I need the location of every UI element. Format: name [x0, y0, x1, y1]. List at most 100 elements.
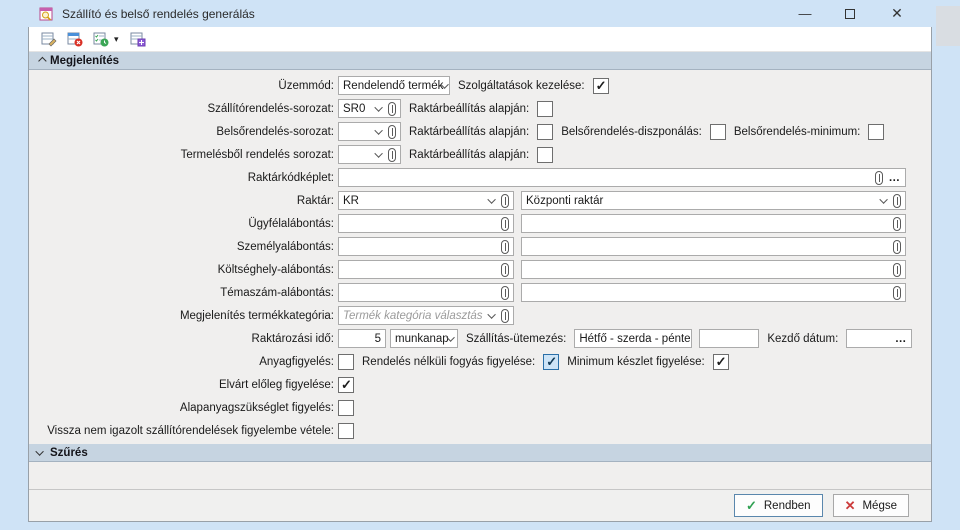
uzemmod-combo[interactable]: Rendelendő termék [338, 76, 450, 95]
filter-collapsed-area [29, 462, 931, 486]
vissza-nem-igazolt-checkbox[interactable] [338, 423, 354, 439]
row-raktar: Raktár: KR Központi raktár [29, 191, 931, 210]
szallitas-utemezes-label: Szállítás-ütemezés: [466, 333, 566, 345]
table-delete-button[interactable] [66, 30, 84, 48]
browse-ellipsis-icon[interactable]: … [889, 172, 902, 184]
raktarbeallitas-checkbox-2[interactable] [537, 124, 553, 140]
raktarbeallitas-checkbox-1[interactable] [537, 101, 553, 117]
uzemmod-value: Rendelendő termék [343, 80, 443, 92]
raktarbeallitas-label-3: Raktárbeállítás alapján: [409, 149, 529, 161]
szemely-input-1[interactable] [338, 237, 514, 256]
rendeles-nelkuli-checkbox[interactable] [543, 354, 559, 370]
table-delete-icon [67, 31, 83, 47]
kezdo-datum-label: Kezdő dátum: [767, 333, 838, 345]
raktarbeallitas-checkbox-3[interactable] [537, 147, 553, 163]
chevron-down-icon [487, 195, 495, 203]
szallitas-utemezes-combo[interactable]: Hétfő - szerda - péntek [574, 329, 692, 348]
raktarkodkeplet-input[interactable]: … [338, 168, 906, 187]
koltseghely-input-1[interactable] [338, 260, 514, 279]
chevron-down-icon [374, 126, 382, 134]
anyagfigyeles-checkbox[interactable] [338, 354, 354, 370]
szolgaltatasok-checkbox[interactable] [593, 78, 609, 94]
paperclip-icon [501, 217, 509, 231]
table-edit-button[interactable] [40, 30, 58, 48]
termelesbol-label: Termelésből rendelés sorozat: [29, 149, 334, 161]
szemely-input-2[interactable] [521, 237, 906, 256]
kategoria-combo[interactable]: Termék kategória választás [338, 306, 514, 325]
check-icon: ✓ [746, 498, 757, 514]
szallitorendeles-combo[interactable]: SR0 [338, 99, 401, 118]
paperclip-icon [501, 286, 509, 300]
diszponalas-checkbox[interactable] [710, 124, 726, 140]
raktarbeallitas-label-1: Raktárbeállítás alapján: [409, 103, 529, 115]
ok-button[interactable]: ✓ Rendben [734, 494, 823, 517]
kategoria-placeholder: Termék kategória választás [343, 310, 483, 322]
section-header-szures[interactable]: Szűrés [29, 444, 931, 462]
close-button[interactable]: ✕ [875, 0, 919, 27]
ok-button-label: Rendben [764, 500, 811, 512]
raktar-name-combo[interactable]: Központi raktár [521, 191, 906, 210]
toolbar-dropdown-arrow-icon[interactable]: ▾ [114, 34, 119, 45]
koltseghely-input-2[interactable] [521, 260, 906, 279]
minimum-keszlet-checkbox[interactable] [713, 354, 729, 370]
paperclip-icon [893, 240, 901, 254]
raktarozasi-ido-input[interactable]: 5 [338, 329, 386, 348]
section-title: Szűrés [50, 447, 88, 459]
szolgaltatasok-label: Szolgáltatások kezelése: [458, 80, 585, 92]
munkanap-combo[interactable]: munkanap [390, 329, 458, 348]
paperclip-icon [388, 125, 396, 139]
raktar-label: Raktár: [29, 195, 334, 207]
raktarozasi-ido-label: Raktározási idő: [29, 333, 334, 345]
dialog-window: Szállító és belső rendelés generálás — ✕ [0, 0, 960, 530]
row-koltseghely: Költséghely-alábontás: [29, 260, 931, 279]
row-kategoria: Megjelenítés termékkategória: Termék kat… [29, 306, 931, 325]
row-figyeles: Anyagfigyelés: Rendelés nélküli fogyás f… [29, 352, 931, 371]
row-ido: Raktározási idő: 5 munkanap Szállítás-üt… [29, 329, 931, 348]
form-area: Üzemmód: Rendelendő termék Szolgáltatáso… [29, 70, 931, 440]
maximize-button[interactable] [828, 0, 872, 27]
minimum-keszlet-label: Minimum készlet figyelése: [567, 356, 704, 368]
minimum-checkbox[interactable] [868, 124, 884, 140]
ugyfel-input-2[interactable] [521, 214, 906, 233]
row-alapanyag: Alapanyagszükséglet figyelés: [29, 398, 931, 417]
row-belsorendeles: Belsőrendelés-sorozat: Raktárbeállítás a… [29, 122, 931, 141]
paperclip-icon [893, 286, 901, 300]
temaszam-input-1[interactable] [338, 283, 514, 302]
paperclip-icon [388, 148, 396, 162]
raktar-code-value: KR [343, 195, 359, 207]
date-picker-ellipsis-icon[interactable]: … [895, 333, 908, 345]
cancel-button[interactable]: ✕ Mégse [833, 494, 909, 517]
row-szemely: Személyalábontás: [29, 237, 931, 256]
table-copy-button[interactable] [129, 30, 147, 48]
chevron-down-icon [441, 80, 449, 88]
kategoria-label: Megjelenítés termékkategória: [29, 310, 334, 322]
minimize-button[interactable]: — [783, 0, 827, 27]
paperclip-icon [388, 102, 396, 116]
paperclip-icon [501, 194, 509, 208]
table-check-button[interactable] [92, 30, 110, 48]
cross-icon: ✕ [845, 498, 856, 514]
ugyfel-input-1[interactable] [338, 214, 514, 233]
row-temaszam: Témaszám-alábontás: [29, 283, 931, 302]
row-szallitorendeles: Szállítórendelés-sorozat: SR0 Raktárbeál… [29, 99, 931, 118]
section-header-megjelenites[interactable]: Megjelenítés [29, 52, 931, 70]
szemely-label: Személyalábontás: [29, 241, 334, 253]
raktar-name-value: Központi raktár [526, 195, 603, 207]
dialog-icon [38, 6, 54, 22]
temaszam-input-2[interactable] [521, 283, 906, 302]
paperclip-icon [501, 240, 509, 254]
chevron-down-icon [879, 195, 887, 203]
kezdo-datum-input[interactable]: … [846, 329, 912, 348]
termelesbol-combo[interactable] [338, 145, 401, 164]
belsorendeles-combo[interactable] [338, 122, 401, 141]
szallitas-utemezes-extra-input[interactable] [699, 329, 759, 348]
footer-bar: ✓ Rendben ✕ Mégse [29, 489, 931, 521]
paperclip-icon [501, 263, 509, 277]
alapanyag-checkbox[interactable] [338, 400, 354, 416]
raktarkodkeplet-label: Raktárkódképlet: [29, 172, 334, 184]
alapanyag-label: Alapanyagszükséglet figyelés: [29, 402, 334, 414]
raktarbeallitas-label-2: Raktárbeállítás alapján: [409, 126, 529, 138]
elvart-eloleg-checkbox[interactable] [338, 377, 354, 393]
vissza-nem-igazolt-label: Vissza nem igazolt szállítórendelések fi… [29, 425, 334, 437]
raktar-code-combo[interactable]: KR [338, 191, 514, 210]
